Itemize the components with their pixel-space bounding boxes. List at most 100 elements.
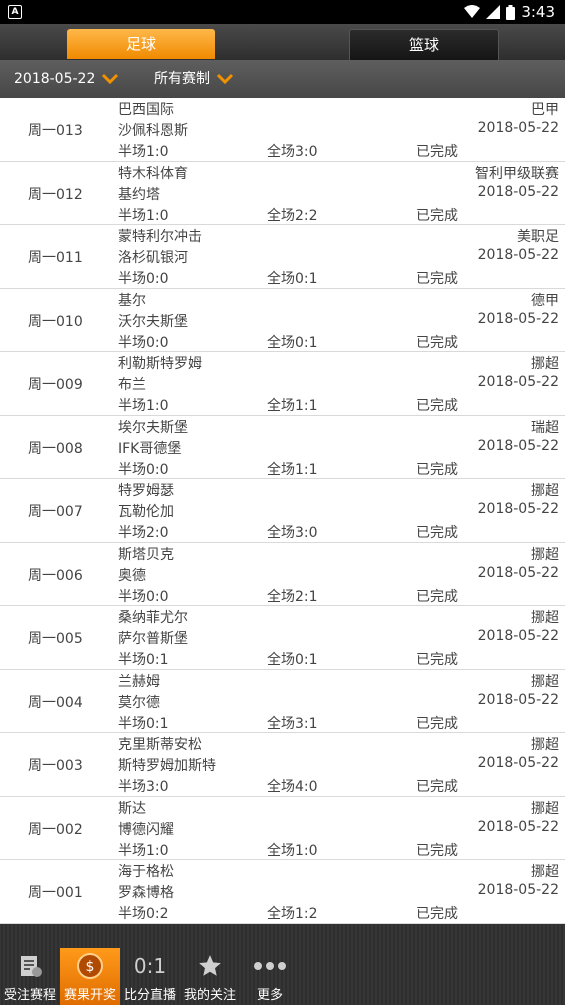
match-row[interactable]: 周一002 斯达 博德闪耀 半场1:0 全场1:0 已完成 挪超 2018-05… xyxy=(0,797,565,860)
match-status: 已完成 xyxy=(416,334,458,351)
half-time-score: 半场0:0 xyxy=(118,334,169,351)
battery-icon xyxy=(506,4,516,20)
match-status: 已完成 xyxy=(416,525,458,541)
match-row[interactable]: 周一009 利勒斯特罗姆 布兰 半场1:0 全场1:1 已完成 挪超 2018-… xyxy=(0,352,565,416)
league-name: 挪超 xyxy=(531,864,559,880)
match-code: 周一008 xyxy=(28,440,83,457)
away-team: 沃尔夫斯堡 xyxy=(118,313,188,330)
match-date: 2018-05-22 xyxy=(477,437,559,454)
league-name: 挪超 xyxy=(531,610,559,626)
date-filter[interactable]: 2018-05-22 xyxy=(14,60,119,98)
tab-basketball[interactable]: 篮球 xyxy=(349,29,499,60)
match-date: 2018-05-22 xyxy=(477,310,559,327)
match-code: 周一011 xyxy=(28,250,83,266)
away-team: 洛杉矶银河 xyxy=(118,250,188,266)
full-time-score: 全场0:1 xyxy=(267,334,318,351)
svg-text:$: $ xyxy=(86,959,95,975)
home-team: 特木科体育 xyxy=(118,165,188,182)
nav-results[interactable]: $ 赛果开奖 xyxy=(60,948,120,1005)
away-team: 博德闪耀 xyxy=(118,821,174,838)
home-team: 巴西国际 xyxy=(118,102,174,118)
match-row[interactable]: 周一006 斯塔贝克 奥德 半场0:0 全场2:1 已完成 挪超 2018-05… xyxy=(0,543,565,606)
league-filter[interactable]: 所有赛制 xyxy=(154,60,234,98)
match-status: 已完成 xyxy=(416,779,458,795)
away-team: 罗森博格 xyxy=(118,885,174,901)
chevron-down-icon xyxy=(216,73,234,85)
full-time-score: 全场0:1 xyxy=(267,271,318,287)
full-time-score: 全场1:0 xyxy=(267,842,318,859)
nav-label: 比分直播 xyxy=(123,988,176,1003)
home-team: 斯达 xyxy=(118,800,146,817)
home-team: 埃尔夫斯堡 xyxy=(118,419,188,436)
match-code: 周一001 xyxy=(28,885,83,901)
league-name: 挪超 xyxy=(531,356,559,372)
match-row[interactable]: 周一011 蒙特利尔冲击 洛杉矶银河 半场0:0 全场0:1 已完成 美职足 2… xyxy=(0,225,565,289)
match-row[interactable]: 周一012 特木科体育 基约塔 半场1:0 全场2:2 已完成 智利甲级联赛 2… xyxy=(0,162,565,225)
wifi-icon xyxy=(464,5,481,18)
nav-schedule[interactable]: 受注赛程 xyxy=(0,948,60,1005)
full-time-score: 全场3:0 xyxy=(267,525,318,541)
match-date: 2018-05-22 xyxy=(477,501,559,517)
match-date: 2018-05-22 xyxy=(477,120,559,136)
half-time-score: 半场1:0 xyxy=(118,842,169,859)
match-code: 周一013 xyxy=(28,123,83,139)
date-filter-label: 2018-05-22 xyxy=(14,71,96,87)
match-date: 2018-05-22 xyxy=(477,818,559,835)
full-time-score: 全场1:1 xyxy=(267,461,318,478)
star-icon xyxy=(199,955,221,976)
match-row[interactable]: 周一008 埃尔夫斯堡 IFK哥德堡 半场0:0 全场1:1 已完成 瑞超 20… xyxy=(0,416,565,479)
match-code: 周一003 xyxy=(28,758,83,774)
nav-more[interactable]: 更多 xyxy=(240,948,300,1005)
league-name: 巴甲 xyxy=(531,102,559,118)
sport-tab-bar: 足球 篮球 xyxy=(0,24,565,60)
half-time-score: 半场0:0 xyxy=(118,271,169,287)
match-status: 已完成 xyxy=(416,715,458,732)
nav-favorites[interactable]: 我的关注 xyxy=(180,948,240,1005)
away-team: 萨尔普斯堡 xyxy=(118,631,188,647)
match-row[interactable]: 周一003 克里斯蒂安松 斯特罗姆加斯特 半场3:0 全场4:0 已完成 挪超 … xyxy=(0,733,565,797)
filter-bar: 2018-05-22 所有赛制 xyxy=(0,60,565,98)
league-name: 挪超 xyxy=(531,737,559,753)
chevron-down-icon xyxy=(102,73,119,85)
match-code: 周一009 xyxy=(28,377,83,393)
half-time-score: 半场0:1 xyxy=(118,715,169,732)
home-team: 海于格松 xyxy=(118,864,174,880)
league-name: 瑞超 xyxy=(531,419,559,436)
match-row[interactable]: 周一013 巴西国际 沙佩科恩斯 半场1:0 全场3:0 已完成 巴甲 2018… xyxy=(0,98,565,162)
match-status: 已完成 xyxy=(416,906,458,922)
away-team: 奥德 xyxy=(118,567,146,584)
full-time-score: 全场2:1 xyxy=(267,588,318,605)
half-time-score: 半场0:1 xyxy=(118,652,169,668)
full-time-score: 全场1:1 xyxy=(267,398,318,414)
half-time-score: 半场0:0 xyxy=(118,588,169,605)
match-status: 已完成 xyxy=(416,207,458,224)
league-name: 挪超 xyxy=(531,673,559,690)
match-row[interactable]: 周一001 海于格松 罗森博格 半场0:2 全场1:2 已完成 挪超 2018-… xyxy=(0,860,565,924)
league-name: 智利甲级联赛 xyxy=(475,165,559,182)
match-date: 2018-05-22 xyxy=(477,374,559,390)
match-date: 2018-05-22 xyxy=(477,247,559,263)
match-row[interactable]: 周一005 桑纳菲尤尔 萨尔普斯堡 半场0:1 全场0:1 已完成 挪超 201… xyxy=(0,606,565,670)
nav-label: 更多 xyxy=(256,988,283,1003)
nav-live-score[interactable]: 0:1 比分直播 xyxy=(120,948,180,1005)
match-status: 已完成 xyxy=(416,842,458,859)
home-team: 基尔 xyxy=(118,292,146,309)
nav-label: 受注赛程 xyxy=(3,988,56,1003)
away-team: 莫尔德 xyxy=(118,694,160,711)
league-name: 德甲 xyxy=(531,292,559,309)
half-time-score: 半场1:0 xyxy=(118,398,169,414)
match-date: 2018-05-22 xyxy=(477,564,559,581)
league-name: 挪超 xyxy=(531,546,559,563)
away-team: IFK哥德堡 xyxy=(118,440,182,457)
tab-football[interactable]: 足球 xyxy=(67,29,215,59)
league-name: 挪超 xyxy=(531,483,559,499)
league-name: 美职足 xyxy=(517,229,559,245)
half-time-score: 半场2:0 xyxy=(118,525,169,541)
nav-label: 赛果开奖 xyxy=(63,988,116,1003)
full-time-score: 全场3:0 xyxy=(267,144,318,160)
match-row[interactable]: 周一007 特罗姆瑟 瓦勒伦加 半场2:0 全场3:0 已完成 挪超 2018-… xyxy=(0,479,565,543)
match-row[interactable]: 周一010 基尔 沃尔夫斯堡 半场0:0 全场0:1 已完成 德甲 2018-0… xyxy=(0,289,565,352)
home-team: 桑纳菲尤尔 xyxy=(118,610,188,626)
away-team: 斯特罗姆加斯特 xyxy=(118,758,216,774)
match-row[interactable]: 周一004 兰赫姆 莫尔德 半场0:1 全场3:1 已完成 挪超 2018-05… xyxy=(0,670,565,733)
